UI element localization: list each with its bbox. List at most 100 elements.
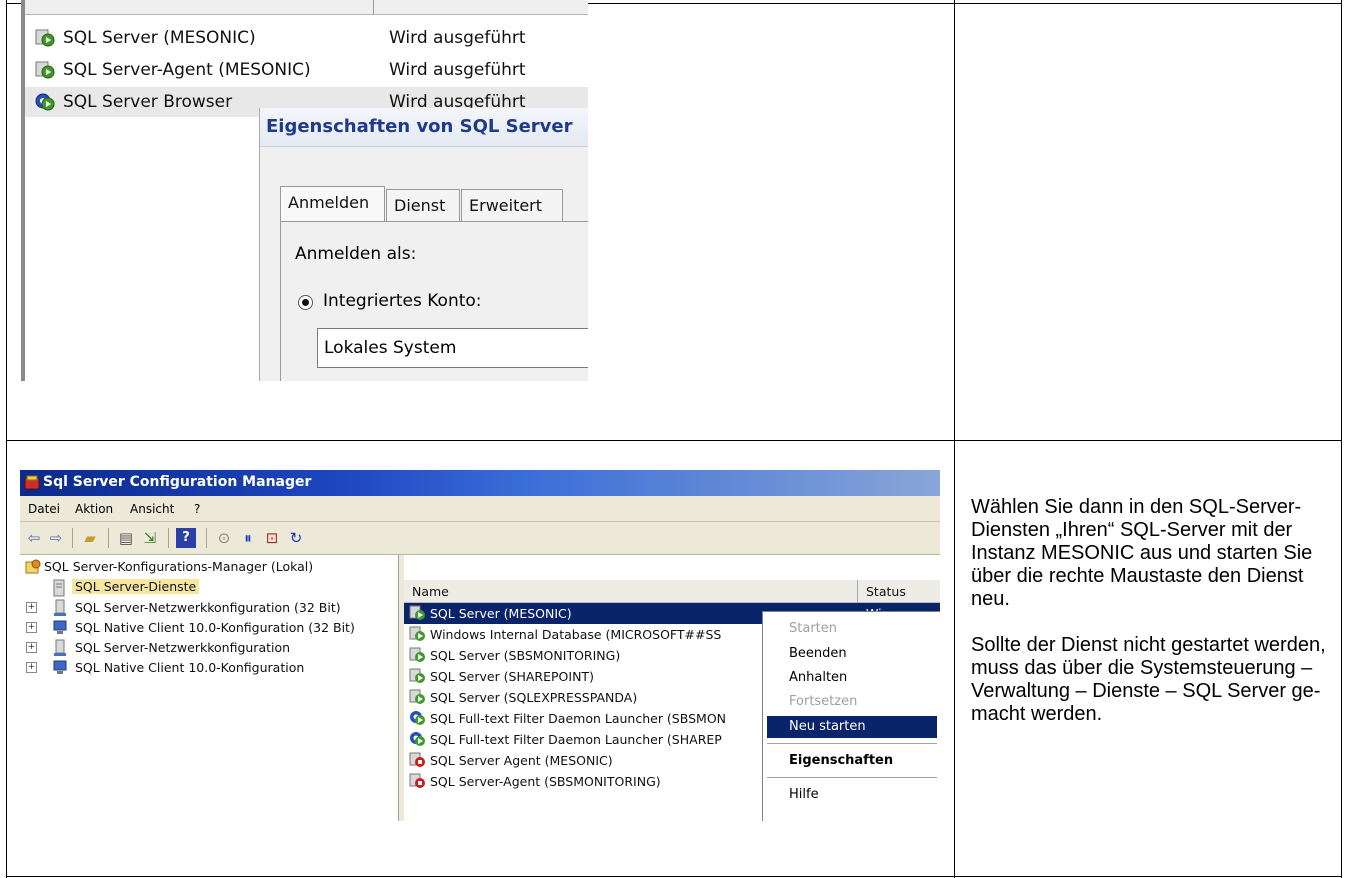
service-running-icon <box>409 605 425 620</box>
service-running-icon <box>409 626 425 641</box>
menu-item-restart[interactable]: Neu starten <box>767 716 937 738</box>
instruction-paragraph-1: Wählen Sie dann in den SQL-Server-Dienst… <box>971 496 1313 610</box>
services-icon <box>53 579 65 597</box>
service-name: SQL Full-text Filter Daemon Launcher (SH… <box>430 732 722 747</box>
tab-label: Anmelden <box>288 193 370 212</box>
expand-icon[interactable]: + <box>26 662 37 673</box>
client-config-icon <box>53 620 67 634</box>
menu-item-pause[interactable]: Anhalten <box>767 667 937 689</box>
tree-item-services[interactable]: SQL Server-Dienste <box>72 579 200 594</box>
service-row[interactable]: SQL Server-Agent (MESONIC) Wird ausgefüh… <box>25 55 588 85</box>
window-title: Sql Server Configuration Manager <box>43 474 312 490</box>
tab-anmelden[interactable]: Anmelden <box>280 186 385 222</box>
col-status-header[interactable]: Status <box>866 584 906 599</box>
menu-aktion[interactable]: Aktion <box>75 502 113 516</box>
menu-ansicht[interactable]: Ansicht <box>130 502 174 516</box>
expand-icon[interactable]: + <box>26 602 37 613</box>
service-name: SQL Server Browser <box>63 92 233 112</box>
tree-item-network[interactable]: SQL Server-Netzwerkkonfiguration <box>75 640 290 655</box>
table-column-divider <box>954 0 955 878</box>
tree-item-client[interactable]: SQL Native Client 10.0-Konfiguration <box>75 660 304 675</box>
service-gear-running-icon <box>410 732 425 746</box>
menu-item-help[interactable]: Hilfe <box>767 784 937 806</box>
services-properties-screenshot: SQL Server (MESONIC) Wird ausgeführt SQL… <box>21 0 588 381</box>
account-select[interactable]: Lokales System <box>317 328 588 368</box>
menu-datei[interactable]: Datei <box>28 502 60 516</box>
back-arrow-icon[interactable]: ⇦ <box>24 528 44 548</box>
menu-separator <box>767 743 937 744</box>
service-name: SQL Full-text Filter Daemon Launcher (SB… <box>430 711 727 726</box>
menu-item-label: Neu starten <box>789 719 866 734</box>
service-row[interactable]: SQL Server (MESONIC) Wird ausgeführt <box>25 23 588 53</box>
dialog-title: Eigenschaften von SQL Server <box>266 116 573 137</box>
tab-label: Dienst <box>394 196 446 215</box>
service-name: SQL Server Agent (MESONIC) <box>430 753 613 768</box>
tab-erweitert[interactable]: Erweitert <box>461 189 563 222</box>
properties-dialog: Eigenschaften von SQL Server Anmelden Di… <box>259 108 588 381</box>
service-name: SQL Server-Agent (SBSMONITORING) <box>430 774 661 789</box>
service-running-icon <box>35 29 55 47</box>
properties-icon[interactable]: ▤ <box>116 528 136 548</box>
help-icon[interactable]: ? <box>176 528 196 548</box>
menu-item-label: Fortsetzen <box>789 694 858 709</box>
menu-item-label: Beenden <box>789 646 847 661</box>
service-running-icon <box>409 668 425 683</box>
menu-item-label: Anhalten <box>789 670 848 685</box>
tab-dienst[interactable]: Dienst <box>386 189 460 222</box>
menu-item-stop[interactable]: Beenden <box>767 643 937 665</box>
instruction-paragraph-2: Sollte der Dienst nicht gestartet werden… <box>971 634 1326 725</box>
stop-icon[interactable]: ⊡ <box>262 528 282 548</box>
service-status: Wird ausgeführt <box>389 28 526 48</box>
menu-item-resume[interactable]: Fortsetzen <box>767 691 937 713</box>
service-name: SQL Server (MESONIC) <box>430 606 572 621</box>
login-label: Anmelden als: <box>295 244 417 264</box>
client-config-icon <box>53 660 67 674</box>
service-name: Windows Internal Database (MICROSOFT##SS <box>430 627 722 642</box>
tree-panel: SQL Server-Konfigurations-Manager (Lokal… <box>20 555 399 821</box>
network-config-icon <box>54 599 66 616</box>
service-gear-running-icon <box>410 711 425 725</box>
window-titlebar: Sql Server Configuration Manager <box>20 470 940 496</box>
network-config-icon <box>54 639 66 656</box>
table-border-left <box>6 0 7 878</box>
service-stopped-icon <box>409 752 425 767</box>
start-icon[interactable]: ⊙ <box>214 528 234 548</box>
up-folder-icon[interactable]: ▰ <box>80 528 100 548</box>
tree-item-client-32[interactable]: SQL Native Client 10.0-Konfiguration (32… <box>75 620 355 635</box>
pause-icon[interactable]: ⏸ <box>238 528 258 548</box>
menu-separator <box>767 777 937 778</box>
config-manager-icon <box>25 559 41 574</box>
expand-icon[interactable]: + <box>26 622 37 633</box>
expand-icon[interactable]: + <box>26 642 37 653</box>
service-stopped-icon <box>409 773 425 788</box>
table-bottom-border <box>6 876 1342 877</box>
menu-item-properties[interactable]: Eigenschaften <box>767 750 937 772</box>
context-menu: Starten Beenden Anhalten Fortsetzen Neu … <box>762 611 940 821</box>
menu-item-label: Starten <box>789 621 837 636</box>
forward-arrow-icon[interactable]: ⇨ <box>46 528 66 548</box>
table-row-divider <box>6 440 1342 441</box>
service-gear-running-icon <box>35 93 55 111</box>
builtin-account-label: Integriertes Konto: <box>323 291 482 311</box>
menu-item-label: Eigenschaften <box>789 753 894 768</box>
service-running-icon <box>409 689 425 704</box>
toolbar: ⇦ ⇨ ▰ ▤ ⇲ ? ⊙ ⏸ ⊡ ↻ <box>20 522 940 555</box>
tab-label: Erweitert <box>469 196 543 215</box>
services-column-header <box>21 0 588 15</box>
service-running-icon <box>409 647 425 662</box>
col-name-header[interactable]: Name <box>412 584 449 599</box>
radio-button[interactable] <box>298 295 313 310</box>
account-value: Lokales System <box>324 338 457 358</box>
export-icon[interactable]: ⇲ <box>140 528 160 548</box>
service-name: SQL Server (SHAREPOINT) <box>430 669 594 684</box>
service-running-icon <box>35 61 55 79</box>
menu-item-start[interactable]: Starten <box>767 618 937 640</box>
tree-item-network-32[interactable]: SQL Server-Netzwerkkonfiguration (32 Bit… <box>75 600 341 615</box>
restart-icon[interactable]: ↻ <box>286 528 306 548</box>
menu-help[interactable]: ? <box>194 502 200 516</box>
tree-root[interactable]: SQL Server-Konfigurations-Manager (Lokal… <box>44 559 313 574</box>
service-name: SQL Server (MESONIC) <box>63 28 256 48</box>
service-status: Wird ausgeführt <box>389 60 526 80</box>
instruction-text: Wählen Sie dann in den SQL-Server-Dienst… <box>971 496 1341 726</box>
tab-panel: Anmelden als: Integriertes Konto: Lokale… <box>280 221 588 381</box>
